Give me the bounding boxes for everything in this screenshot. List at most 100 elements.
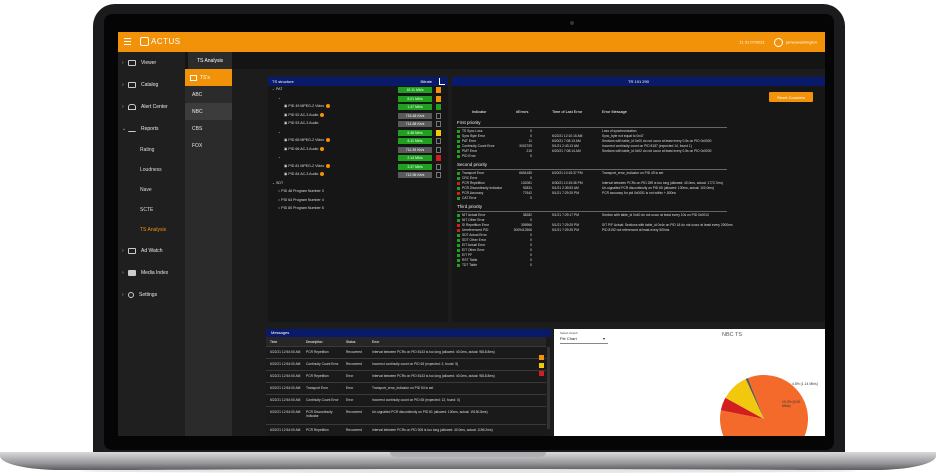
sidebar-item-label: Catalog <box>141 82 159 88</box>
sidebar-item-reports[interactable]: ⌄ Reports <box>118 118 185 140</box>
warning-icon[interactable] <box>320 172 325 177</box>
ts-structure-panel: TS structure Bitrate ⌄ PAT 18.11 Mb/s ⌄ 8.… <box>268 77 448 322</box>
sidebar-item-media-index[interactable]: › Media Index <box>118 262 185 284</box>
tree-row[interactable]: ▣ PID 84 AC-3 Audio 712.96 Kb/s <box>268 171 448 180</box>
table-row[interactable]: 6/22/21 12:54:00 AM PCR Discontinuity Ind… <box>266 407 546 425</box>
indicator-name: EIT Other Error <box>462 248 485 252</box>
user-avatar-icon[interactable] <box>773 38 783 47</box>
date-time: 11 91 07/2021 <box>739 39 765 45</box>
channel-fox[interactable]: FOX <box>185 137 232 154</box>
tree-row[interactable]: ▣ PID 53 AC-3 Audio 714.68 Kb/s <box>268 120 448 129</box>
warning-icon[interactable] <box>320 112 325 117</box>
ts-structure-title: TS structure <box>272 79 294 84</box>
indicator-name: PCR Repetition <box>462 181 485 185</box>
sidebar-item-catalog[interactable]: › Catalog <box>118 74 185 96</box>
sidebar-item-alert-center[interactable]: › Alert Center <box>118 96 185 118</box>
error-count: 0 <box>530 196 532 200</box>
user-name[interactable]: jameswashington <box>786 40 817 45</box>
tree-row[interactable]: ⌄ PAT 18.11 Mb/s <box>268 86 448 95</box>
warning-icon[interactable] <box>326 163 331 168</box>
warning-icon[interactable] <box>326 138 331 143</box>
message-status: Recovered <box>346 428 362 432</box>
message-status: Recovered <box>346 362 362 366</box>
tree-row[interactable]: ▣ PID 52 AC-3 Audio 715.48 Kb/s <box>268 112 448 121</box>
status-dot <box>457 259 460 262</box>
error-count: 92831 <box>522 186 532 190</box>
status-dot <box>457 155 460 158</box>
table-row[interactable]: 6/22/21 12:54:00 AM Continuity Count Erro… <box>266 359 546 371</box>
menu-icon[interactable] <box>124 38 131 45</box>
tree-row-label: ▣ PID 66 AC-3 Audio <box>284 146 325 151</box>
indicator-name: Unreferenced PID <box>462 228 489 232</box>
column-indicator: Indicator <box>472 110 487 114</box>
tree-row[interactable]: ○ PID 64 Program Number 4 <box>268 197 448 206</box>
status-square <box>436 129 441 136</box>
sidebar-sub-nave[interactable]: Nave <box>118 180 185 200</box>
tree-row[interactable]: ○ PID 48 Program Number 3 <box>268 188 448 197</box>
tree-row[interactable]: ▣ PID 81 MPEG-2 Video 3.37 Mb/s <box>268 163 448 172</box>
error-count: 77642 <box>522 191 532 195</box>
error-count: 0 <box>530 243 532 247</box>
message-time: 6/22/21 12:54:00 AM <box>270 350 301 354</box>
indicator-name: SDT Other Error <box>462 238 486 242</box>
status-dot <box>457 264 460 267</box>
sidebar-item-label: Viewer <box>141 60 157 66</box>
sidebar-sub-scte[interactable]: SCTE <box>118 200 185 220</box>
sidebar-item-ad-watch[interactable]: › Ad Watch <box>118 240 185 262</box>
tree-row-label: ▣ PID 65 MPEG-2 Video <box>284 138 331 143</box>
warning-icon[interactable] <box>326 104 331 109</box>
chart-icon[interactable] <box>439 78 445 85</box>
messages-scrollbar[interactable] <box>547 347 550 429</box>
tab-ts-analysis[interactable]: TS Analysis <box>188 52 232 69</box>
sidebar-item-settings[interactable]: › Settings <box>118 284 185 306</box>
tree-row[interactable]: ▣ PID 66 AC-3 Audio 711.39 Kb/s <box>268 146 448 155</box>
channel-list-header[interactable]: TS's <box>185 69 232 86</box>
sidebar-sub-rating[interactable]: Rating <box>118 140 185 160</box>
chevron-down-icon[interactable]: ⌄ <box>278 155 281 159</box>
tree-row[interactable]: ▣ PID 49 MPEG-2 Video 1.47 Mb/s <box>268 103 448 112</box>
error-message: Un-signalled PCR discontinuity on PID 65… <box>602 186 714 190</box>
status-dot <box>457 182 460 185</box>
message-error: Interval between PCRs on PID 305 is too … <box>372 428 493 432</box>
tree-row[interactable]: ⌄ 6.48 Mb/s <box>268 129 448 138</box>
channel-nbc[interactable]: NBC <box>185 103 232 120</box>
sidebar-item-viewer[interactable]: › Viewer <box>118 52 185 74</box>
table-row[interactable]: 6/22/21 12:54:00 AM PCR Repetition Recover… <box>266 425 546 436</box>
message-description: Transport Error <box>306 386 329 390</box>
channel-abc[interactable]: ABC <box>185 86 232 103</box>
tree-row[interactable]: ⌄ SDT <box>268 180 448 189</box>
ts-tree: ⌄ PAT 18.11 Mb/s ⌄ 8.01 Mb/s ▣ PID 49 MPEG-… <box>268 86 448 214</box>
tree-row[interactable]: ⌄ 2.14 Mb/s <box>268 154 448 163</box>
error-count: 0 <box>530 248 532 252</box>
chevron-down-icon[interactable]: ⌄ <box>278 96 281 100</box>
sidebar-sub-loudness[interactable]: Loudness <box>118 160 185 180</box>
tree-row-text: PID 81 MPEG-2 Video <box>288 163 325 168</box>
tree-row-label: ○ PID 48 Program Number 3 <box>278 189 324 193</box>
message-error: Transport_error_indicator on PID 54 is s… <box>372 386 434 390</box>
tree-row-text: SDT <box>276 180 284 185</box>
error-message: Sections with table_id 0x00 do not occur… <box>602 139 712 143</box>
message-status: Error <box>346 386 354 390</box>
tree-row[interactable]: ○ PID 80 Program Number 5 <box>268 205 448 214</box>
tree-row-label: ▣ PID 84 AC-3 Audio <box>284 172 325 177</box>
indicator-name: PAT Error <box>462 139 477 143</box>
error-message: Sync_byte not equal to 0x47 <box>602 134 644 138</box>
bitrate-value: 715.48 Kb/s <box>398 112 432 119</box>
table-row[interactable]: 6/22/21 12:54:00 AM PCR Repetition Recover… <box>266 347 546 359</box>
chevron-down-icon[interactable]: ⌄ <box>278 130 281 134</box>
error-count: 0 <box>530 154 532 158</box>
channel-cbs[interactable]: CBS <box>185 120 232 137</box>
tree-row[interactable]: ▣ PID 65 MPEG-2 Video 6.11 Mb/s <box>268 137 448 146</box>
table-row[interactable]: 6/22/21 12:54:00 AM PCR Repetition Error In… <box>266 371 546 383</box>
error-count: 0 <box>530 134 532 138</box>
sidebar-sub-ts-analysis[interactable]: TS Analysis <box>118 220 185 240</box>
status-dot <box>457 229 460 232</box>
warning-icon[interactable] <box>320 146 325 151</box>
message-status: Error <box>346 398 354 402</box>
tree-row[interactable]: ⌄ 8.01 Mb/s <box>268 95 448 104</box>
table-row[interactable]: 6/22/21 12:54:00 AM Continuity Count Erro… <box>266 395 546 407</box>
tree-row-label: ⌄ PAT <box>272 87 282 91</box>
table-row[interactable]: 6/22/21 12:54:00 AM Transport Error Error T… <box>266 383 546 395</box>
reset-counters-button[interactable]: Reset Counters <box>769 92 813 102</box>
bitrate-value: 711.39 Kb/s <box>398 146 432 153</box>
